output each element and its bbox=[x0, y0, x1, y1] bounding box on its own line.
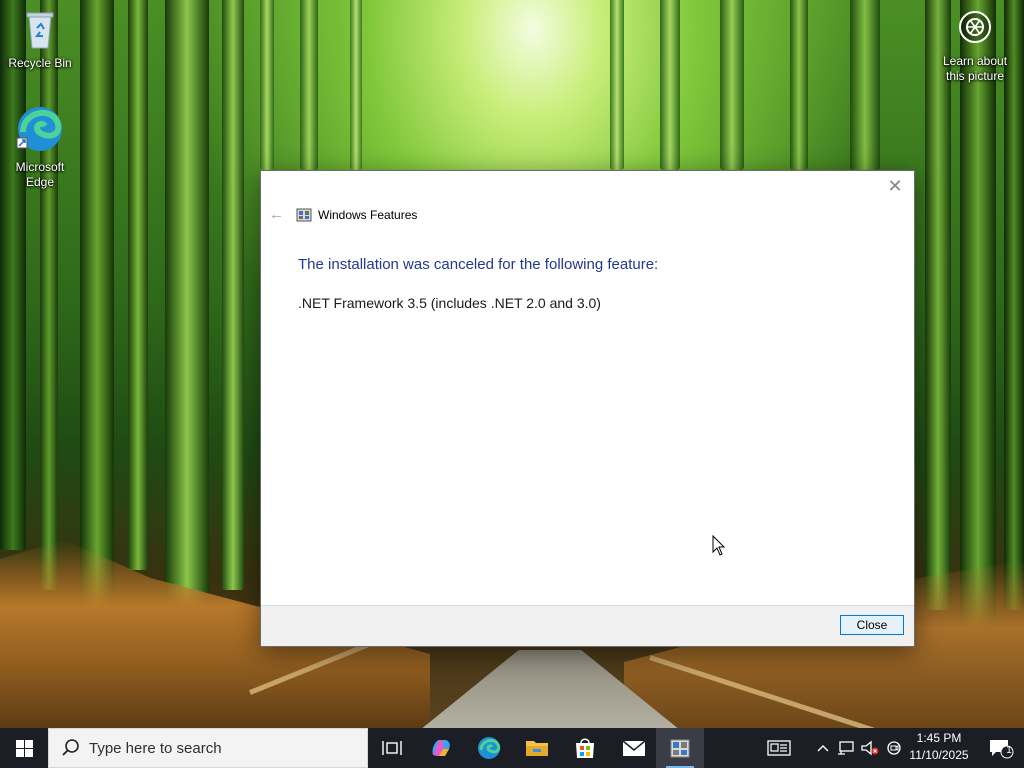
windows-logo-icon bbox=[15, 739, 33, 757]
task-view-icon bbox=[382, 741, 402, 755]
camera-aperture-icon bbox=[959, 11, 991, 43]
search-icon bbox=[62, 739, 79, 756]
network-icon bbox=[838, 741, 854, 755]
desktop-icon-edge[interactable]: Microsoft Edge bbox=[2, 104, 78, 190]
news-widget-button[interactable] bbox=[762, 728, 796, 768]
copilot-icon bbox=[432, 740, 450, 756]
taskbar-search-box[interactable]: Type here to search bbox=[48, 728, 368, 768]
mail-button[interactable] bbox=[610, 728, 658, 768]
microsoft-store-button[interactable] bbox=[561, 728, 609, 768]
chevron-up-icon bbox=[817, 745, 829, 752]
mail-icon bbox=[622, 740, 646, 756]
desktop-icon-recycle-bin[interactable]: Recycle Bin bbox=[2, 8, 78, 71]
meet-now-icon bbox=[887, 741, 901, 755]
mouse-cursor-icon bbox=[712, 535, 726, 556]
learn-about-picture[interactable]: Learn about this picture bbox=[936, 10, 1014, 84]
clock-date: 11/10/2025 bbox=[909, 748, 969, 762]
edge-icon bbox=[16, 107, 62, 151]
learn-about-picture-label: Learn about this picture bbox=[942, 54, 1008, 83]
file-explorer-button[interactable] bbox=[513, 728, 561, 768]
clock-time: 1:45 PM bbox=[916, 731, 962, 745]
back-arrow-icon[interactable]: ← bbox=[269, 207, 285, 223]
show-hidden-icons-button[interactable] bbox=[814, 728, 832, 768]
close-icon[interactable]: ✕ bbox=[884, 175, 906, 197]
recycle-bin-label: Recycle Bin bbox=[8, 56, 72, 70]
windows-features-icon bbox=[296, 208, 312, 222]
edge-taskbar-button[interactable] bbox=[465, 728, 513, 768]
taskbar: Type here to search 1:45 PM 11/10/2025 1 bbox=[0, 728, 1024, 768]
search-placeholder: Type here to search bbox=[89, 739, 222, 757]
windows-features-dialog: ✕ ← Windows Features The installation wa… bbox=[260, 170, 915, 647]
meet-now-button[interactable] bbox=[884, 728, 904, 768]
recycle-bin-icon bbox=[26, 12, 54, 49]
close-button[interactable]: Close bbox=[840, 615, 904, 635]
copilot-button[interactable] bbox=[417, 728, 465, 768]
microsoft-store-icon bbox=[576, 738, 594, 758]
notification-center-button[interactable]: 1 bbox=[978, 728, 1024, 768]
news-widget-icon bbox=[767, 740, 791, 756]
task-view-button[interactable] bbox=[368, 728, 416, 768]
windows-features-taskbar-button[interactable] bbox=[656, 728, 704, 768]
windows-features-icon bbox=[670, 739, 690, 758]
volume-muted-icon bbox=[861, 740, 879, 756]
cancel-message-heading: The installation was canceled for the fo… bbox=[298, 256, 659, 273]
volume-button[interactable] bbox=[860, 728, 880, 768]
feature-name: .NET Framework 3.5 (includes .NET 2.0 an… bbox=[298, 295, 601, 311]
network-button[interactable] bbox=[836, 728, 856, 768]
taskbar-clock[interactable]: 1:45 PM 11/10/2025 bbox=[904, 730, 974, 764]
edge-label: Microsoft Edge bbox=[15, 160, 65, 189]
dialog-footer: Close bbox=[261, 605, 914, 646]
edge-icon bbox=[478, 737, 501, 759]
dialog-header: ← Windows Features bbox=[269, 205, 417, 225]
start-button[interactable] bbox=[0, 728, 48, 768]
file-explorer-icon bbox=[526, 741, 548, 756]
notification-count: 1 bbox=[1006, 745, 1012, 756]
dialog-title: Windows Features bbox=[318, 208, 418, 222]
